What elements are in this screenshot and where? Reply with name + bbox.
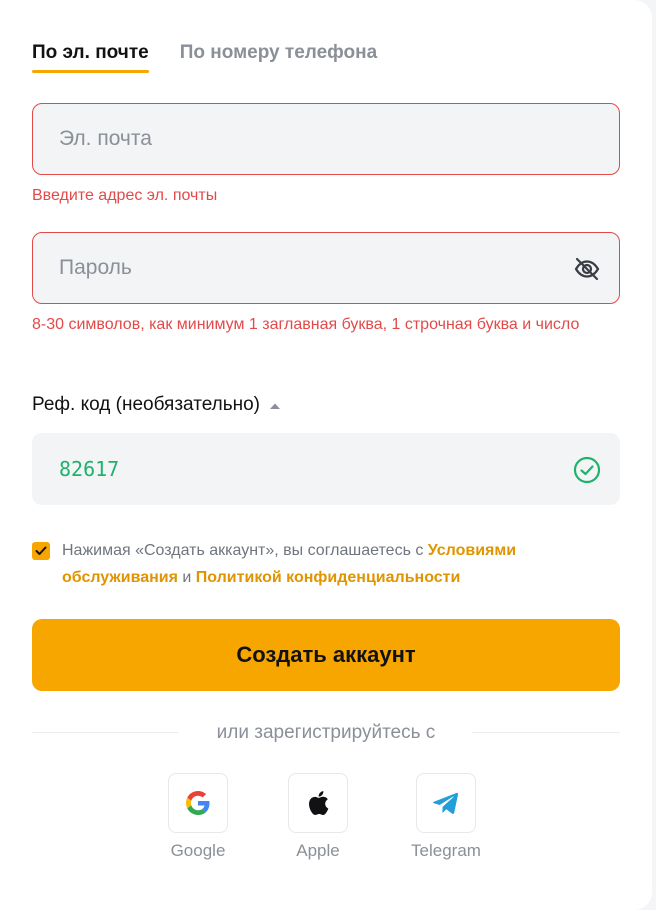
signup-card: По эл. почте По номеру телефона Введите … — [0, 0, 652, 910]
social-telegram: Telegram — [401, 773, 491, 861]
caret-up-icon — [269, 394, 281, 416]
tab-phone[interactable]: По номеру телефона — [180, 40, 377, 74]
google-label: Google — [170, 841, 226, 860]
referral-code-toggle[interactable]: Реф. код (необязательно) — [32, 392, 281, 418]
social-google: Google — [153, 773, 243, 861]
apple-label: Apple — [296, 841, 340, 860]
telegram-signup-button[interactable] — [416, 773, 476, 833]
email-field-box — [32, 103, 620, 175]
referral-field-box — [32, 433, 620, 505]
email-error-message: Введите адрес эл. почты — [32, 187, 218, 204]
social-apple: Apple — [273, 773, 363, 861]
password-field-box — [32, 232, 620, 304]
telegram-label: Telegram — [411, 841, 481, 860]
checkmark-icon — [35, 546, 47, 555]
referral-code-label: Реф. код (необязательно) — [32, 394, 260, 415]
consent-text-middle: и — [177, 569, 196, 586]
check-circle-icon — [573, 456, 601, 484]
create-account-button[interactable]: Создать аккаунт — [32, 619, 620, 691]
eye-off-icon[interactable] — [573, 255, 601, 283]
password-error-message: 8-30 символов, как минимум 1 заглавная б… — [32, 316, 580, 333]
apple-signup-button[interactable] — [288, 773, 348, 833]
privacy-policy-link[interactable]: Политикой конфиденциальности — [196, 569, 461, 586]
social-divider: или зарегистрируйтесь с — [32, 720, 620, 746]
email-input[interactable] — [59, 104, 539, 174]
password-input[interactable] — [59, 233, 539, 303]
tab-email[interactable]: По эл. почте — [32, 40, 149, 74]
signup-tabs: По эл. почте По номеру телефона — [32, 40, 377, 74]
apple-icon — [309, 791, 329, 816]
google-icon — [186, 791, 210, 815]
terms-consent: Нажимая «Создать аккаунт», вы соглашаете… — [32, 537, 622, 591]
divider-text: или зарегистрируйтесь с — [216, 722, 436, 743]
referral-code-input[interactable] — [59, 434, 539, 504]
consent-text-before: Нажимая «Создать аккаунт», вы соглашаете… — [62, 542, 428, 559]
google-signup-button[interactable] — [168, 773, 228, 833]
consent-text: Нажимая «Создать аккаунт», вы соглашаете… — [62, 537, 622, 591]
telegram-icon — [433, 792, 459, 814]
terms-checkbox[interactable] — [32, 542, 50, 560]
